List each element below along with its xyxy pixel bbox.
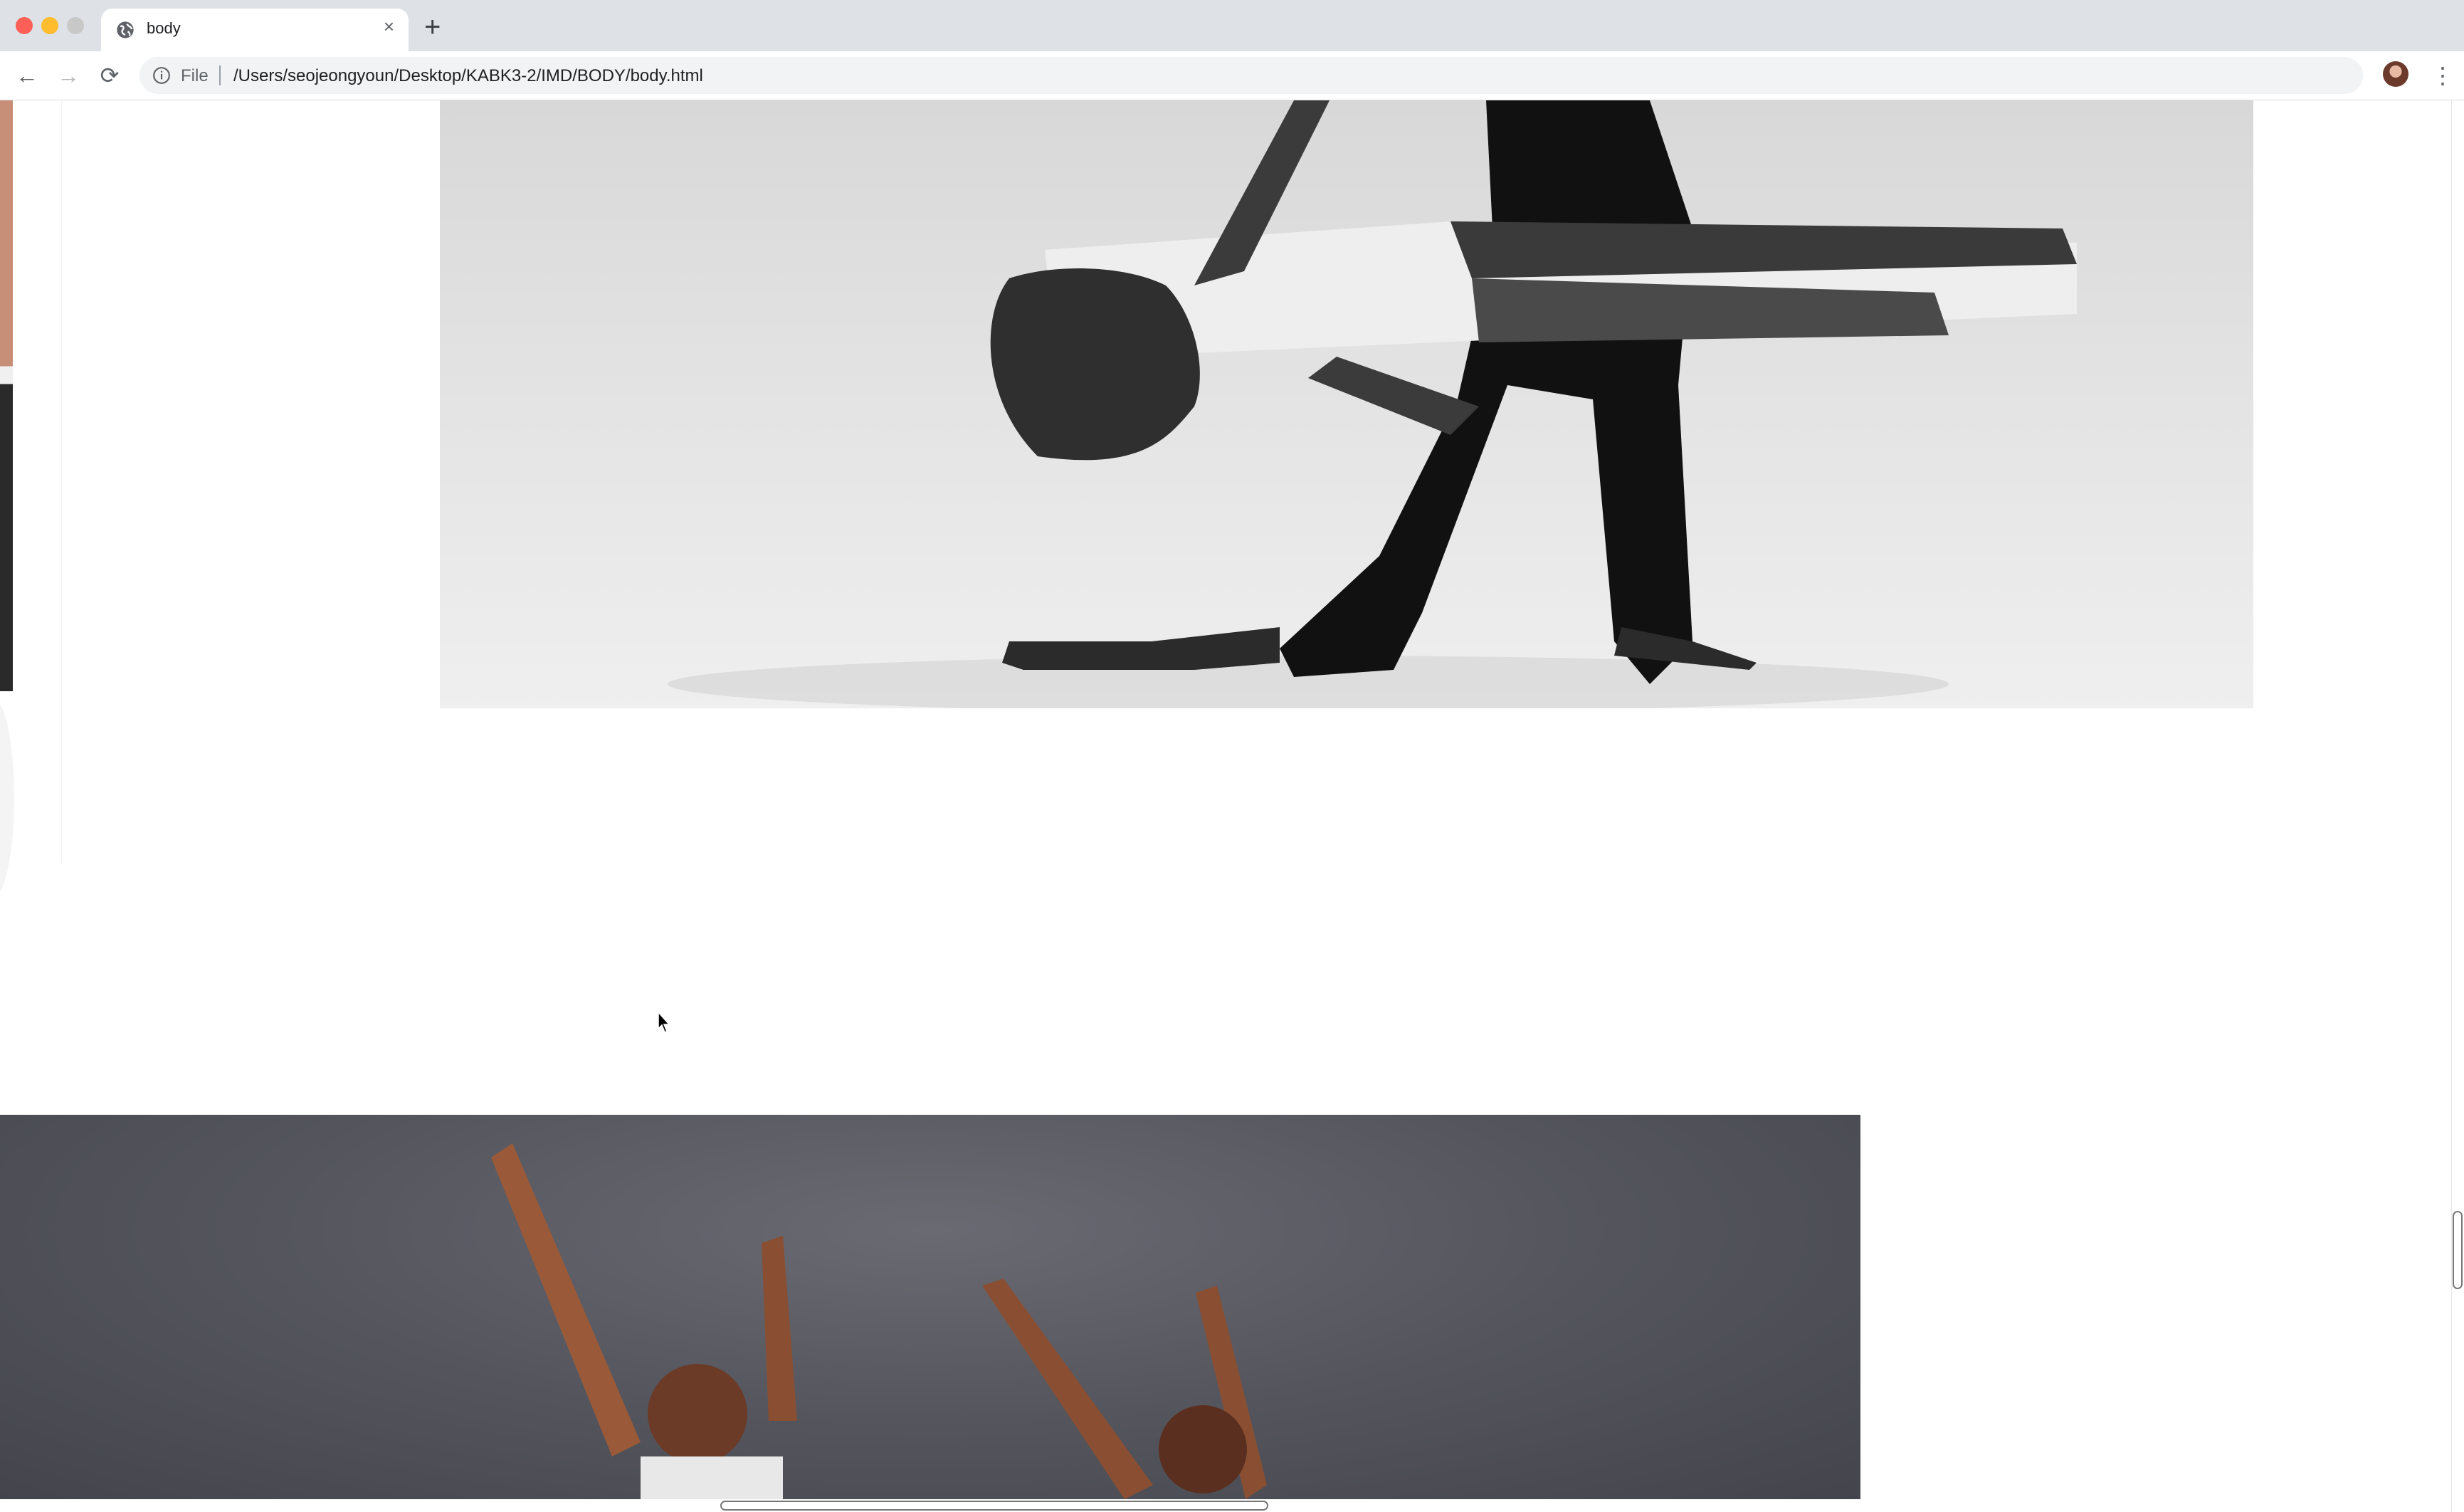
dancer-backbend-photo — [440, 100, 2253, 708]
tab-strip: body × + — [0, 0, 2464, 51]
reload-button[interactable]: ⟳ — [95, 61, 124, 90]
back-button[interactable]: ← — [13, 61, 41, 90]
horizontal-scroll-thumb[interactable] — [720, 1501, 1268, 1511]
close-window-button[interactable] — [16, 17, 33, 34]
vertical-scroll-thumb[interactable] — [2453, 1211, 2463, 1289]
avatar[interactable] — [2383, 61, 2408, 87]
url-text[interactable]: /Users/seojeongyoun/Desktop/KABK3-2/IMD/… — [233, 66, 703, 86]
mouse-cursor-icon — [658, 1012, 670, 1033]
vertical-scrollbar[interactable] — [2451, 100, 2464, 1512]
info-icon[interactable] — [152, 66, 171, 85]
two-dancers-arms-raised-photo — [0, 1115, 1860, 1499]
left-edge-image — [0, 100, 13, 691]
browser-tab[interactable]: body × — [101, 9, 409, 51]
zoom-window-button[interactable] — [67, 17, 84, 34]
tab-close-icon[interactable]: × — [384, 17, 394, 36]
page-viewport — [0, 100, 2464, 1512]
address-bar[interactable]: File /Users/seojeongyoun/Desktop/KABK3-2… — [139, 57, 2363, 94]
tab-title: body — [147, 19, 181, 37]
new-tab-button[interactable]: + — [424, 13, 441, 41]
address-separator — [219, 65, 221, 85]
scheme-label: File — [181, 66, 209, 85]
left-edge-panel — [13, 100, 62, 862]
menu-icon[interactable]: ⋮ — [2431, 61, 2454, 90]
browser-toolbar: ← → ⟳ File /Users/seojeongyoun/Desktop/K… — [0, 51, 2464, 100]
minimize-window-button[interactable] — [41, 17, 58, 34]
globe-icon — [117, 21, 134, 38]
left-edge-shape — [0, 698, 14, 898]
forward-button[interactable]: → — [54, 61, 83, 90]
